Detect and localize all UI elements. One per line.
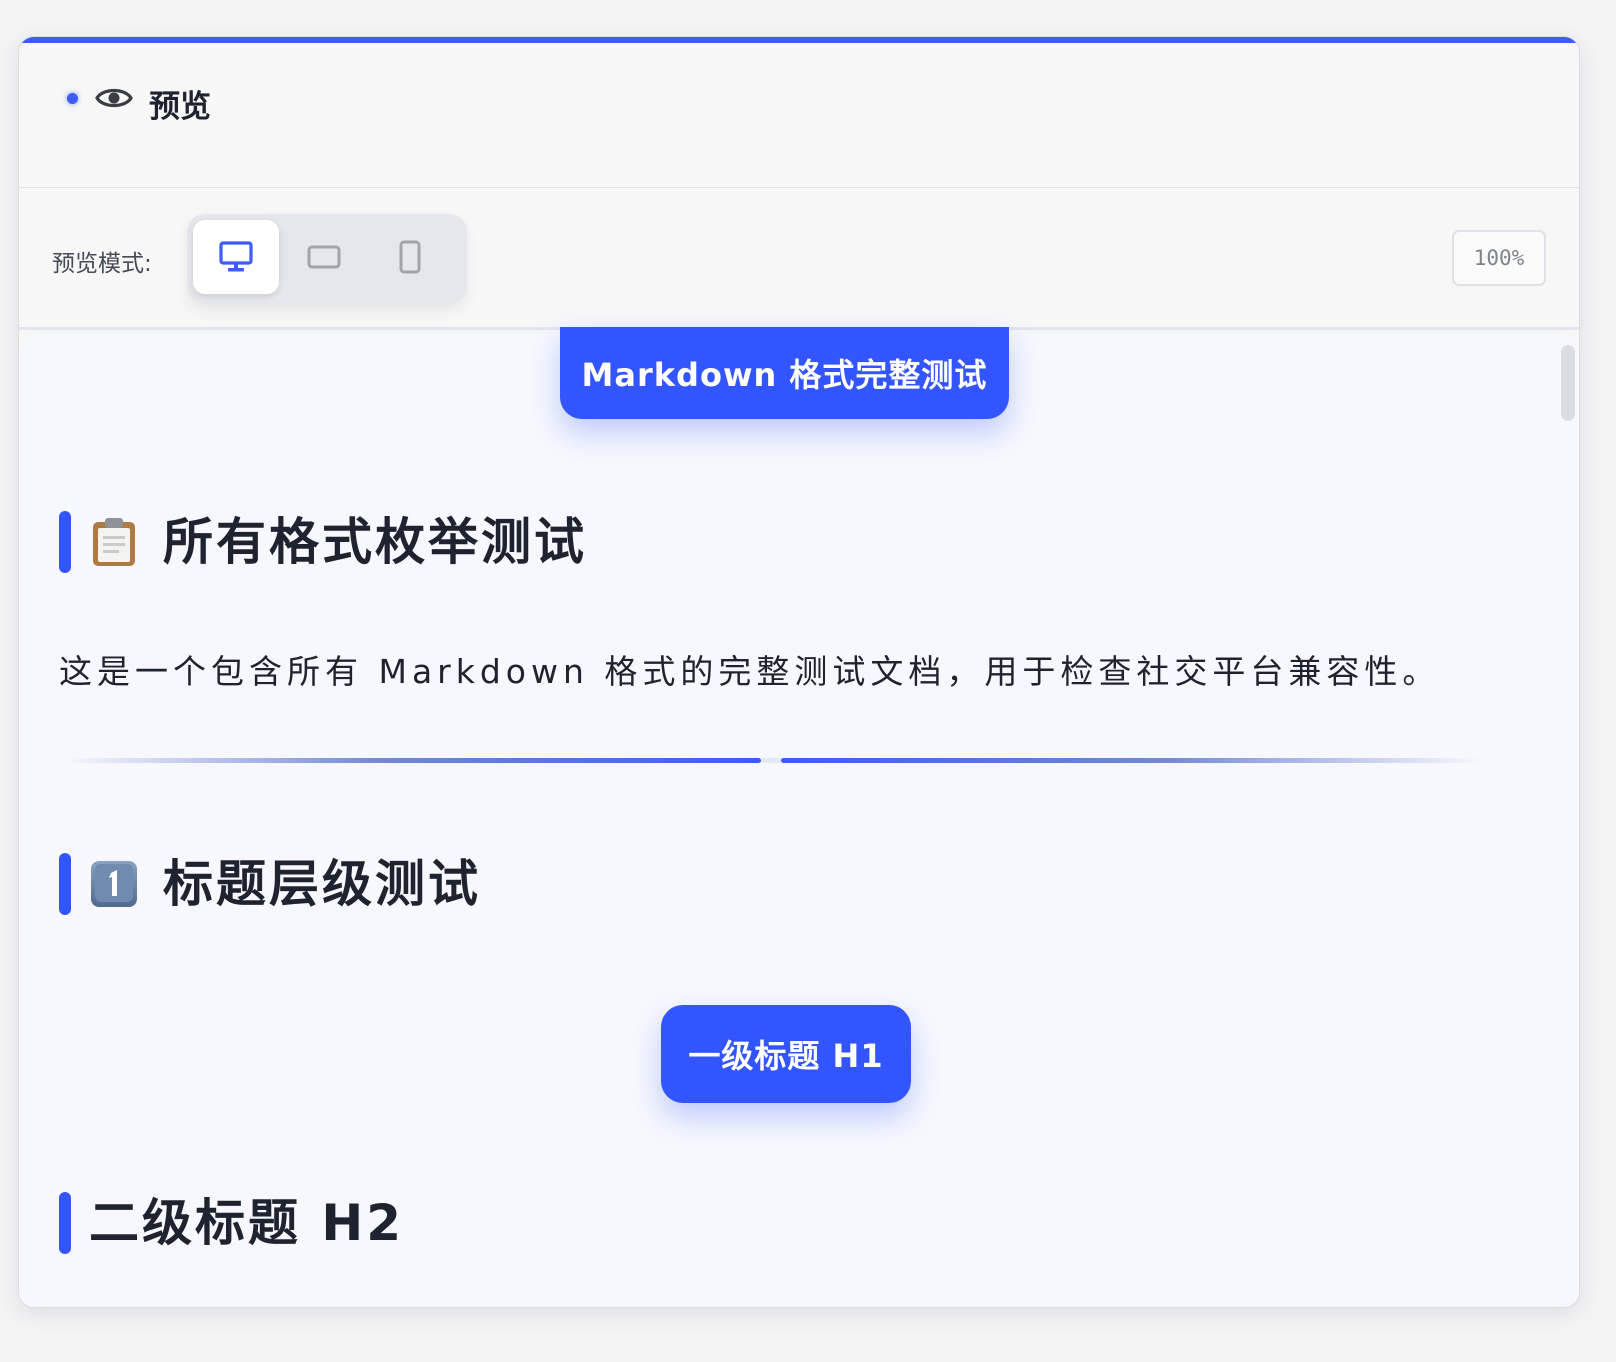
clipboard-icon <box>93 518 135 566</box>
heading-accent-bar <box>59 511 71 573</box>
section-heading-text: 所有格式枚举测试 <box>163 513 587 571</box>
section-heading-text: 标题层级测试 <box>163 855 481 913</box>
preview-toolbar: 预览模式: 100% <box>19 188 1579 330</box>
document-title-badge: Markdown 格式完整测试 <box>560 327 1009 419</box>
status-dot-icon <box>67 93 78 104</box>
section-heading-headings: 标题层级测试 <box>59 853 481 915</box>
scrollbar-thumb[interactable] <box>1561 345 1575 421</box>
tablet-icon <box>307 245 341 269</box>
h2-sample-text: 二级标题 H2 <box>89 1194 405 1252</box>
heading-accent-bar <box>59 853 71 915</box>
preview-content[interactable]: Markdown 格式完整测试 所有格式枚举测试 这是一个包含所有 Markdo… <box>19 327 1579 1307</box>
h1-sample-badge: 一级标题 H1 <box>661 1005 911 1103</box>
heading-accent-bar <box>59 1192 71 1254</box>
h2-sample-heading: 二级标题 H2 <box>59 1192 404 1254</box>
preview-mode-switch <box>187 214 467 304</box>
divider-gap <box>761 758 781 763</box>
desktop-mode-button[interactable] <box>193 220 279 294</box>
mobile-mode-button[interactable] <box>367 220 453 294</box>
preview-mode-label: 预览模式: <box>52 251 152 277</box>
intro-paragraph: 这是一个包含所有 Markdown 格式的完整测试文档，用于检查社交平台兼容性。 <box>59 652 1441 691</box>
divider-right <box>781 758 1481 763</box>
zoom-level-indicator[interactable]: 100% <box>1452 230 1546 286</box>
panel-header: 预览 <box>19 43 1579 188</box>
section-heading-formats: 所有格式枚举测试 <box>59 511 587 573</box>
mobile-icon <box>399 240 421 274</box>
preview-panel: 预览 预览模式: 100% Markdown 格式完整测试 所有格式枚举测试 这… <box>18 36 1580 1308</box>
eye-icon <box>95 88 133 108</box>
keycap-one-icon <box>91 861 137 907</box>
tablet-mode-button[interactable] <box>281 220 367 294</box>
divider-left <box>64 758 761 763</box>
panel-title: 预览 <box>149 89 211 125</box>
desktop-icon <box>219 241 253 272</box>
